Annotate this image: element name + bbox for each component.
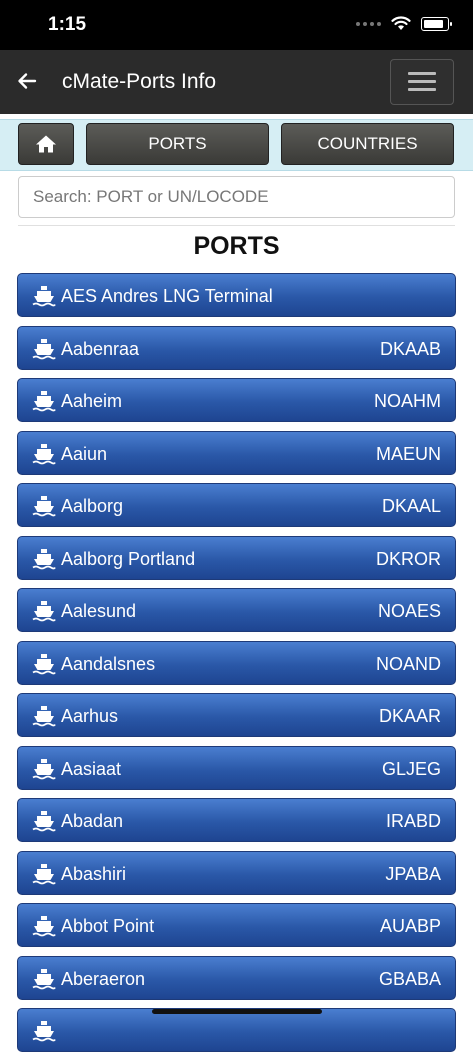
ship-icon: [32, 391, 56, 412]
home-button[interactable]: [18, 123, 74, 165]
port-name: Abadan: [61, 811, 124, 831]
port-list-item[interactable]: Aberaeron GBABA: [17, 955, 456, 1000]
port-name: Aalesund: [61, 601, 137, 621]
port-list-item[interactable]: Abashiri JPABA: [17, 850, 456, 895]
port-code: NOAHM: [374, 391, 441, 411]
arrow-left-icon[interactable]: [16, 70, 38, 92]
port-list-item[interactable]: [17, 1008, 456, 1052]
port-list-item[interactable]: Aalborg Portland DKROR: [17, 535, 456, 580]
ship-icon: [32, 601, 56, 622]
ship-icon: [32, 443, 56, 464]
port-name: Aasiaat: [61, 758, 122, 779]
status-time: 1:15: [48, 14, 87, 35]
app-header: cMate-Ports Info: [0, 50, 473, 114]
countries-button[interactable]: COUNTRIES: [281, 123, 454, 165]
search-input[interactable]: [18, 176, 455, 218]
port-list-item[interactable]: Aasiaat GLJEG: [17, 745, 456, 790]
ship-icon: [32, 286, 56, 307]
port-list-item[interactable]: Abadan IRABD: [17, 798, 456, 842]
port-list-item[interactable]: Aalesund NOAES: [17, 588, 456, 632]
port-code: IRABD: [385, 811, 441, 831]
wifi-icon: [391, 16, 411, 30]
port-list-item[interactable]: Aabenraa DKAAB: [17, 325, 456, 370]
divider: [18, 225, 455, 226]
nav-bar: PORTS COUNTRIES: [0, 119, 473, 171]
port-list: AES Andres LNG Terminal Aabenraa DKAAB Aahe…: [17, 273, 456, 1061]
section-title: PORTS: [193, 232, 280, 260]
port-list-item[interactable]: AES Andres LNG Terminal: [17, 273, 456, 317]
signal-icon: [356, 21, 381, 26]
port-name: Aandalsnes: [61, 653, 156, 674]
hamburger-icon: [408, 72, 436, 75]
port-code: DKROR: [375, 548, 441, 569]
port-name: Aberaeron: [61, 968, 146, 989]
ship-icon: [32, 863, 56, 884]
home-indicator: [152, 1009, 322, 1014]
port-code: AUABP: [379, 916, 441, 936]
port-name: Aaheim: [61, 391, 123, 411]
port-code: NOAND: [375, 653, 441, 674]
port-name: Aaiun: [61, 443, 108, 464]
port-code: DKAAB: [379, 338, 441, 359]
app-title: cMate-Ports Info: [62, 70, 217, 93]
ship-icon: [32, 758, 56, 779]
ship-icon: [32, 968, 56, 989]
menu-button[interactable]: [390, 59, 454, 105]
port-code: MAEUN: [375, 443, 441, 464]
port-code: NOAES: [377, 601, 441, 621]
ports-button[interactable]: PORTS: [86, 123, 269, 165]
port-name: Abbot Point: [61, 916, 155, 936]
ship-icon: [32, 496, 56, 517]
port-name: AES Andres LNG Terminal: [61, 286, 273, 306]
port-name: Aabenraa: [61, 338, 140, 359]
port-name: Abashiri: [61, 863, 127, 884]
port-name: Aalborg: [61, 496, 124, 516]
ship-icon: [32, 548, 56, 569]
port-list-item[interactable]: Abbot Point AUABP: [17, 903, 456, 947]
ship-icon: [32, 916, 56, 937]
home-icon: [36, 135, 56, 153]
battery-icon: [421, 16, 452, 31]
port-code: DKAAL: [381, 496, 441, 516]
port-name: Aarhus: [61, 706, 119, 726]
ship-icon: [32, 706, 56, 727]
status-bar: 1:15: [0, 0, 473, 50]
port-code: GBABA: [378, 968, 441, 989]
port-code: JPABA: [385, 863, 441, 884]
port-list-item[interactable]: Aarhus DKAAR: [17, 693, 456, 737]
ship-icon: [32, 338, 56, 359]
port-code: DKAAR: [378, 706, 441, 726]
port-code: GLJEG: [381, 758, 441, 779]
port-list-item[interactable]: Aaiun MAEUN: [17, 430, 456, 475]
ship-icon: [32, 1021, 56, 1042]
port-name: Aalborg Portland: [61, 548, 196, 569]
status-icons: [356, 16, 452, 31]
port-list-item[interactable]: Aaheim NOAHM: [17, 378, 456, 422]
ship-icon: [32, 811, 56, 832]
ship-icon: [32, 653, 56, 674]
port-list-item[interactable]: Aandalsnes NOAND: [17, 640, 456, 685]
port-list-item[interactable]: Aalborg DKAAL: [17, 483, 456, 527]
